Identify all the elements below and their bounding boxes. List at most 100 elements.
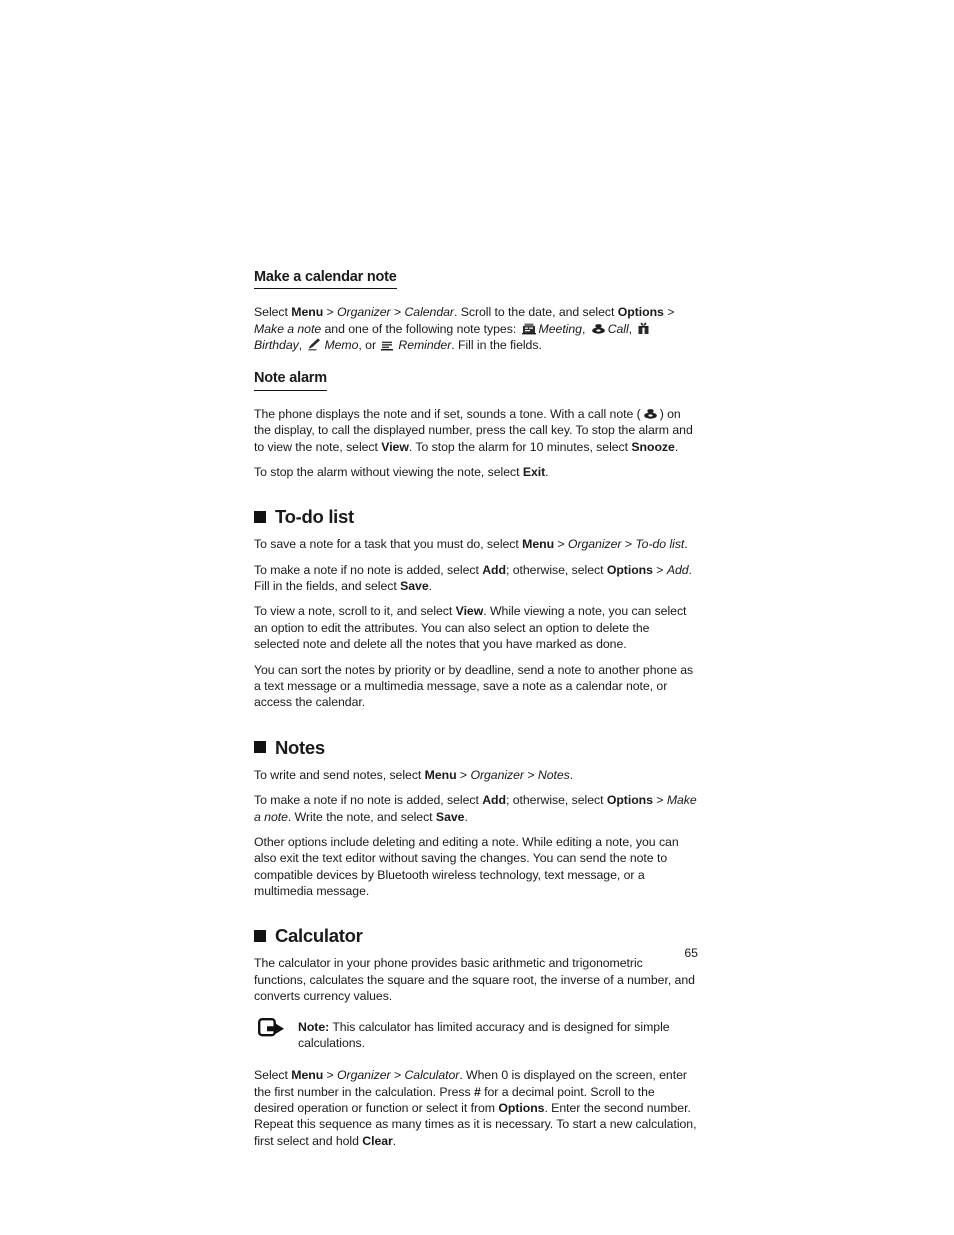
text-separator: > <box>652 793 667 808</box>
menu-add: Add <box>666 562 689 577</box>
paragraph-calculator-intro: The calculator in your phone provides ba… <box>254 956 695 1004</box>
softkey-add: Add <box>482 562 506 577</box>
section-note-alarm: Note alarm The phone displays the note a… <box>254 369 698 480</box>
softkey-snooze: Snooze <box>631 439 675 454</box>
text-fragment: Select <box>254 1068 292 1083</box>
text-separator: > <box>621 537 636 552</box>
text-fragment: . <box>392 1133 397 1148</box>
menu-calculator: Calculator <box>404 1068 460 1083</box>
text-fragment: and one of the following note types: <box>321 321 520 336</box>
text-separator: > <box>523 767 538 782</box>
text-fragment: ; otherwise, select <box>505 793 607 808</box>
text-fragment: . Write the note, and select <box>287 809 436 824</box>
memo-pencil-icon <box>307 338 322 351</box>
section-to-do-list: To-do list To save a note for a task tha… <box>254 506 698 710</box>
text-fragment: . <box>545 464 549 479</box>
note-arrow-icon <box>258 1017 286 1045</box>
heading-calculator: Calculator <box>254 925 698 946</box>
text-separator: > <box>652 562 667 577</box>
text-fragment: ; otherwise, select <box>505 562 607 577</box>
document-page: Make a calendar note Select Menu > Organ… <box>254 268 698 1149</box>
menu-organizer: Organizer <box>337 305 391 320</box>
text-fragment: . <box>428 579 432 594</box>
text-separator: , <box>628 321 636 336</box>
telephone-icon <box>591 322 606 335</box>
heading-note-alarm: Note alarm <box>254 370 327 391</box>
paragraph-notes-write: To write and send notes, select Menu > O… <box>254 767 698 783</box>
heading-label: Calculator <box>275 925 363 947</box>
paragraph-calculator-usage: Select Menu > Organizer > Calculator. Wh… <box>254 1067 698 1149</box>
square-bullet-icon <box>254 929 266 942</box>
text-separator: , or <box>358 338 380 353</box>
note-callout: Note: This calculator has limited accura… <box>258 1017 698 1052</box>
text-fragment: . <box>464 809 468 824</box>
note-type-meeting: Meeting <box>538 321 582 336</box>
text-fragment: . <box>569 767 574 782</box>
softkey-options: Options <box>498 1100 545 1115</box>
section-make-a-calendar-note: Make a calendar note Select Menu > Organ… <box>254 268 698 353</box>
paragraph-note-alarm-behavior: The phone displays the note and if set, … <box>254 406 698 455</box>
softkey-view: View <box>455 604 484 619</box>
heading-to-do-list: To-do list <box>254 506 698 527</box>
softkey-clear: Clear <box>362 1133 393 1148</box>
text-separator: > <box>390 1068 405 1083</box>
softkey-menu: Menu <box>522 537 555 552</box>
text-separator: > <box>323 1068 338 1083</box>
heading-notes: Notes <box>254 737 698 758</box>
subheading-wrap: Make a calendar note <box>254 268 698 297</box>
text-fragment: Select <box>254 305 292 320</box>
menu-organizer: Organizer <box>470 767 524 782</box>
text-separator: > <box>554 537 568 552</box>
softkey-menu: Menu <box>291 305 324 320</box>
paragraph-note-alarm-exit: To stop the alarm without viewing the no… <box>254 464 698 480</box>
softkey-options: Options <box>606 793 653 808</box>
note-type-call: Call <box>607 321 629 336</box>
note-type-birthday: Birthday <box>254 338 299 353</box>
text-separator: , <box>298 338 306 353</box>
text-separator: > <box>456 767 471 782</box>
heading-label: Notes <box>275 736 325 758</box>
text-separator: , <box>581 321 589 336</box>
note-body: This calculator has limited accuracy and… <box>298 1019 670 1050</box>
meeting-icon <box>521 322 537 335</box>
paragraph-calendar-note-steps: Select Menu > Organizer > Calendar. Scro… <box>254 304 698 353</box>
paragraph-notes-add: To make a note if no note is added, sele… <box>254 792 698 825</box>
text-fragment: To stop the alarm without viewing the no… <box>254 464 523 479</box>
note-callout-text: Note: This calculator has limited accura… <box>298 1017 698 1052</box>
note-type-reminder: Reminder <box>398 338 452 353</box>
softkey-save: Save <box>435 809 465 824</box>
paragraph-todo-save: To save a note for a task that you must … <box>254 536 698 552</box>
text-fragment: To view a note, scroll to it, and select <box>254 604 456 619</box>
text-separator: > <box>323 305 338 320</box>
paragraph-todo-add: To make a note if no note is added, sele… <box>254 562 698 595</box>
text-fragment: To make a note if no note is added, sele… <box>254 793 483 808</box>
text-fragment: . <box>684 537 688 552</box>
softkey-options: Options <box>606 562 653 577</box>
text-fragment: . Fill in the fields. <box>451 338 542 353</box>
menu-notes: Notes <box>537 767 570 782</box>
text-fragment: . <box>674 439 679 454</box>
text-fragment: To make a note if no note is added, sele… <box>254 562 483 577</box>
text-fragment: The phone displays the note and if set, … <box>254 406 641 421</box>
menu-to-do-list: To-do list <box>635 537 685 552</box>
menu-organizer: Organizer <box>337 1068 391 1083</box>
text-fragment: . To stop the alarm for 10 minutes, sele… <box>408 439 632 454</box>
softkey-view: View <box>381 439 409 454</box>
paragraph-todo-sort: You can sort the notes by priority or by… <box>254 662 694 710</box>
telephone-icon <box>643 407 658 420</box>
key-hash: # <box>473 1084 481 1099</box>
text-separator: > <box>390 305 405 320</box>
menu-make-a-note: Make a note <box>254 321 322 336</box>
softkey-options: Options <box>617 305 664 320</box>
page-number: 65 <box>684 946 698 960</box>
menu-calendar: Calendar <box>404 305 454 320</box>
text-fragment: . Scroll to the date, and select <box>453 305 618 320</box>
paragraph-notes-other-options: Other options include deleting and editi… <box>254 834 679 898</box>
gift-icon <box>637 321 650 335</box>
subheading-wrap: Note alarm <box>254 369 698 398</box>
text-fragment: To write and send notes, select <box>254 767 425 782</box>
softkey-add: Add <box>482 793 506 808</box>
section-notes: Notes To write and send notes, select Me… <box>254 737 698 900</box>
menu-organizer: Organizer <box>567 537 622 552</box>
reminder-lines-icon <box>381 340 396 351</box>
